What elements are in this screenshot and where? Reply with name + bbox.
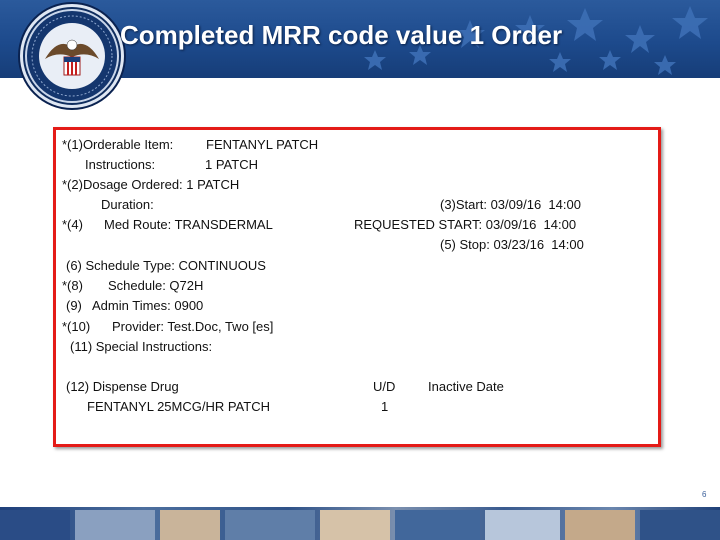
footer-photo-tile bbox=[640, 510, 720, 540]
orderable-item-label: *(1)Orderable Item: bbox=[62, 137, 174, 152]
schedule-value: Schedule: Q72H bbox=[108, 278, 204, 293]
start-date: (3)Start: 03/09/16 14:00 bbox=[440, 197, 581, 212]
provider-number: *(10) bbox=[62, 319, 91, 334]
duration-label: Duration: bbox=[101, 197, 154, 212]
admin-times: (9) Admin Times: 0900 bbox=[66, 298, 204, 313]
provider-value: Provider: Test.Doc, Two [es] bbox=[112, 319, 274, 334]
va-department-seal-icon bbox=[20, 4, 124, 108]
orderable-item-value: FENTANYL PATCH bbox=[206, 137, 319, 152]
photo-strip-footer bbox=[0, 507, 720, 540]
footer-photo-tile bbox=[225, 510, 315, 540]
footer-photo-tile bbox=[75, 510, 155, 540]
special-instructions: (11) Special Instructions: bbox=[70, 339, 213, 354]
page-number: 6 bbox=[702, 490, 707, 499]
instructions-label: Instructions: bbox=[85, 157, 156, 172]
schedule-number: *(8) bbox=[62, 278, 83, 293]
requested-start: REQUESTED START: 03/09/16 14:00 bbox=[354, 217, 577, 232]
footer-photo-tile bbox=[395, 510, 480, 540]
page-title: Completed MRR code value 1 Order bbox=[120, 20, 563, 50]
med-route-value: Med Route: TRANSDERMAL bbox=[104, 217, 273, 232]
dispense-drug-name: FENTANYL 25MCG/HR PATCH bbox=[87, 399, 270, 414]
footer-photo-tile bbox=[320, 510, 390, 540]
dosage-ordered: *(2)Dosage Ordered: 1 PATCH bbox=[62, 177, 240, 192]
ud-value: 1 bbox=[381, 399, 389, 414]
order-details-panel: *(1)Orderable Item: FENTANYL PATCH Instr… bbox=[53, 127, 661, 447]
footer-photo-tile bbox=[0, 510, 70, 540]
med-route-number: *(4) bbox=[62, 217, 83, 232]
stop-date: (5) Stop: 03/23/16 14:00 bbox=[440, 237, 584, 252]
instructions-value: 1 PATCH bbox=[205, 157, 258, 172]
schedule-type: (6) Schedule Type: CONTINUOUS bbox=[66, 258, 266, 273]
inactive-date-header: Inactive Date bbox=[428, 379, 504, 394]
dispense-drug-header: (12) Dispense Drug bbox=[66, 379, 179, 394]
footer-photo-tile bbox=[565, 510, 635, 540]
footer-photo-tile bbox=[485, 510, 560, 540]
footer-photo-tile bbox=[160, 510, 220, 540]
ud-header: U/D bbox=[373, 379, 396, 394]
